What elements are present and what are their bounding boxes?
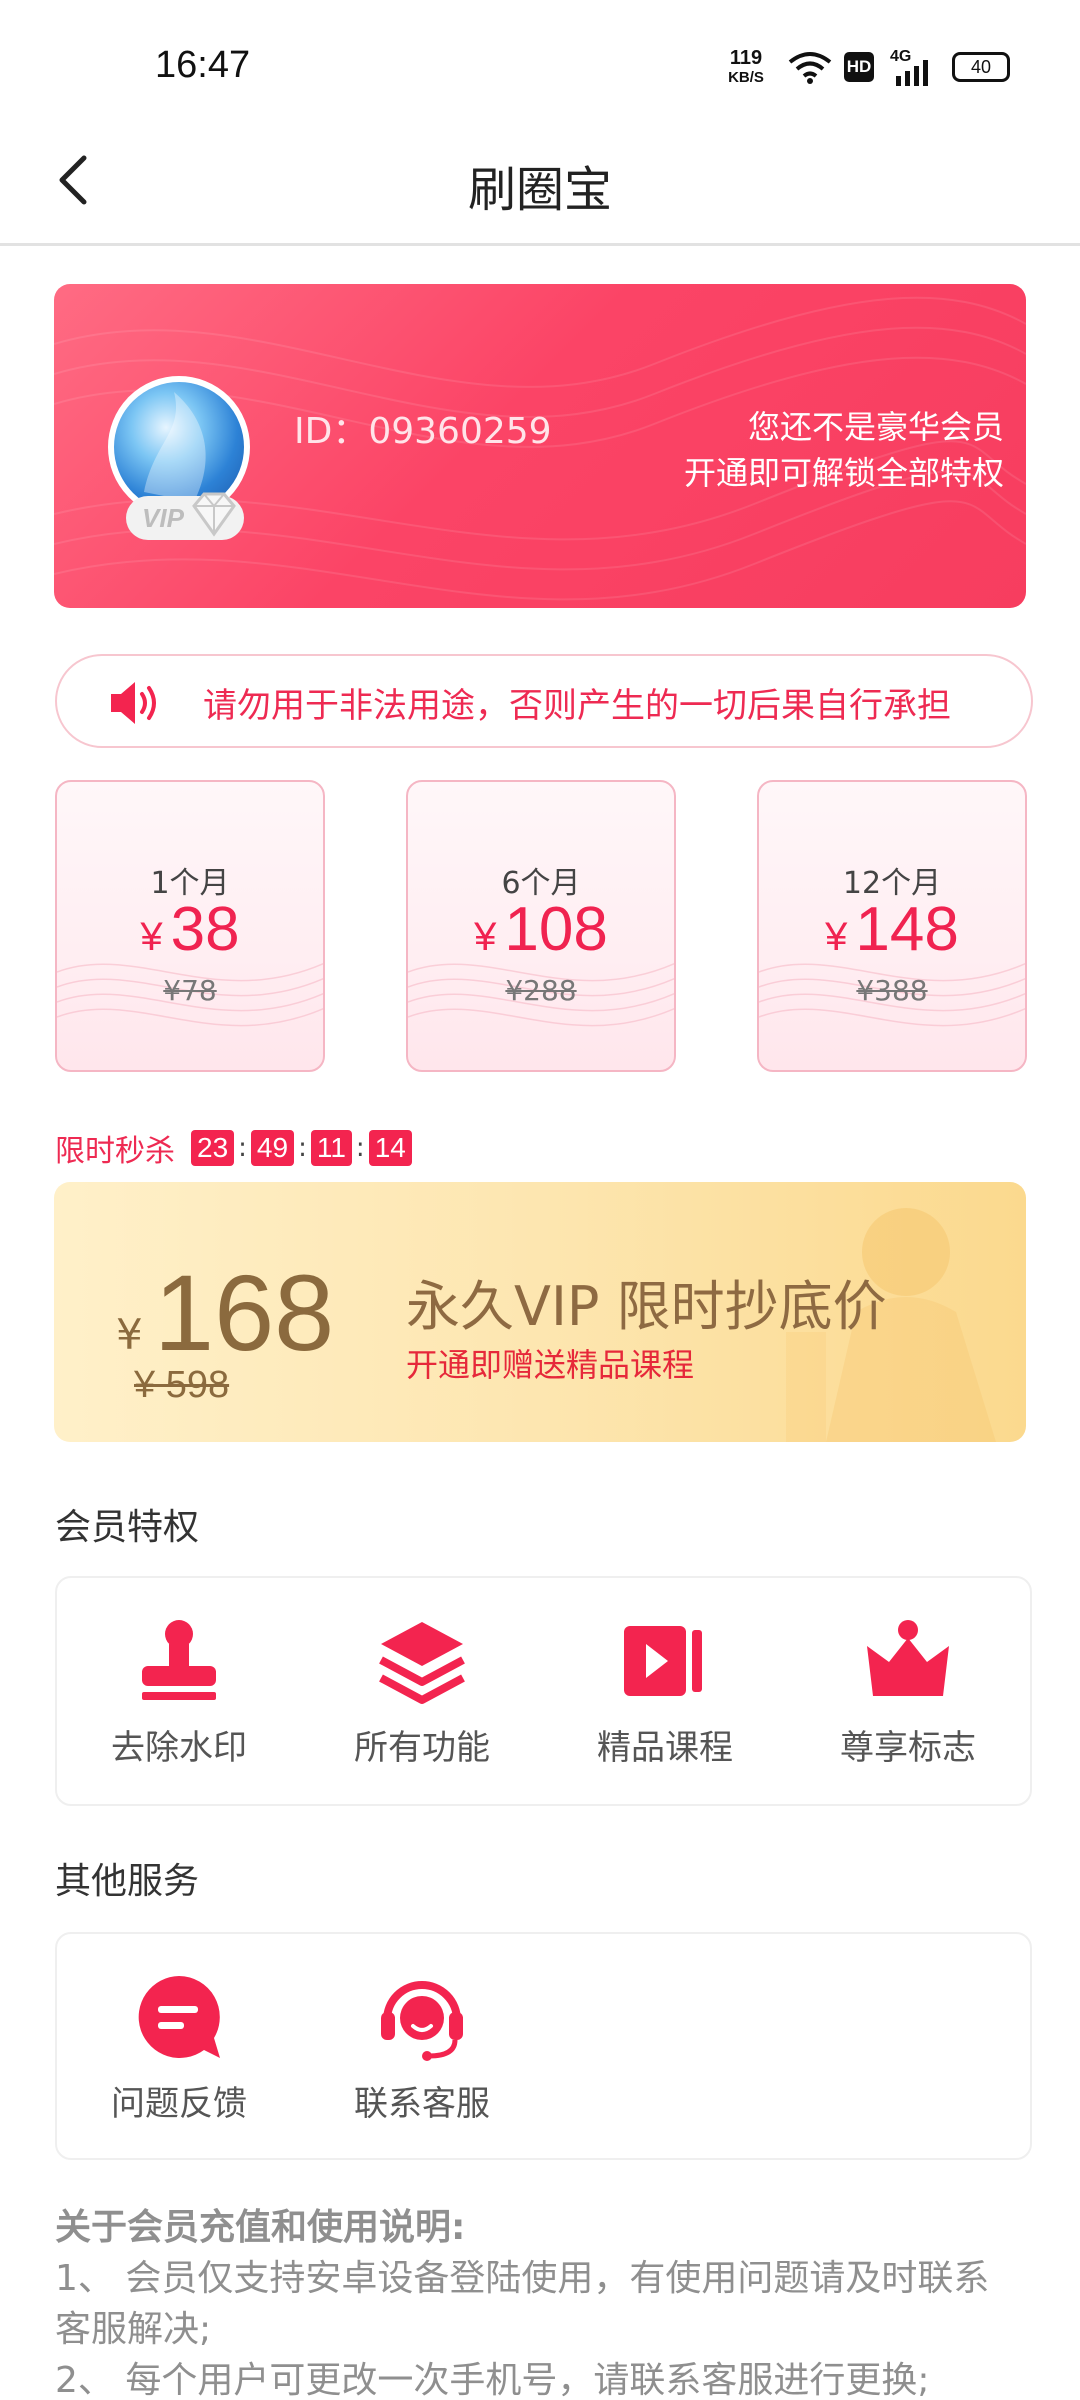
wifi-icon [788,52,832,84]
services-card: 问题反馈 联系客服 [55,1932,1032,2160]
notice-bar: 请勿用于非法用途，否则产生的一切后果自行承担 [55,654,1033,748]
plan-card-12-month[interactable]: 12个月 ¥148 ¥388 [757,780,1027,1072]
offer-currency: ¥ [116,1310,143,1359]
privilege-label: 尊享标志 [840,1728,976,1768]
notes-title: 关于会员充值和使用说明: [55,2207,466,2248]
countdown-centiseconds: 14 [368,1130,412,1166]
page-title: 刷圈宝 [467,162,612,218]
stamp-icon [142,1620,216,1700]
countdown-separator: : [355,1133,365,1163]
membership-status-line1: 您还不是豪华会员 [747,408,1004,446]
privilege-label: 所有功能 [354,1728,490,1768]
feedback-icon [138,1976,220,2058]
vip-badge: VIP [126,492,244,540]
service-label: 问题反馈 [111,2084,247,2124]
plan-currency: ¥ [140,915,163,959]
plan-currency: ¥ [825,915,848,959]
plan-price: ¥148 [759,894,1025,965]
offer-subline: 开通即赠送精品课程 [406,1346,695,1384]
battery-icon: 40 [952,52,1010,82]
signal-icon: 4G [890,48,934,86]
service-feedback[interactable]: 问题反馈 [79,1972,279,2125]
privilege-remove-watermark[interactable]: 去除水印 [79,1616,279,1769]
privileges-card: 去除水印 所有功能 精品课程 尊享标志 [55,1576,1032,1806]
video-icon [624,1626,702,1696]
offer-price: 168 [154,1252,335,1373]
status-bar: 16:47 119 KB/S HD 4G 40 [0,0,1080,120]
privileges-title: 会员特权 [55,1507,200,1548]
vip-status-card: VIP ID：09360259 您还不是豪华会员 开通即可解锁全部特权 [54,284,1026,608]
headset-icon [381,1981,463,2061]
layers-icon [379,1622,465,1704]
flash-sale-label: 限时秒杀 [55,1134,175,1169]
plan-original-price: ¥388 [856,974,928,1007]
net-speed: 119 KB/S [722,48,770,88]
privilege-label: 精品课程 [597,1728,733,1768]
notice-text: 请勿用于非法用途，否则产生的一切后果自行承担 [203,686,951,726]
forever-vip-offer[interactable]: ¥ 168 ¥ 598 永久VIP 限时抄底价 开通即赠送精品课程 [54,1182,1026,1442]
notes-line: 2、 每个用户可更改一次手机号，请联系客服进行更换; [55,2360,930,2400]
plan-price-value: 148 [855,895,959,964]
net-speed-unit: KB/S [728,69,764,86]
privilege-all-features[interactable]: 所有功能 [322,1616,522,1769]
membership-notes: 关于会员充值和使用说明: 1、 会员仅支持安卓设备登陆使用，有使用问题请及时联系… [55,2202,1025,2400]
service-label: 联系客服 [354,2084,490,2124]
plan-price: ¥108 [408,894,674,965]
plan-price: ¥38 [57,894,323,965]
plan-card-1-month[interactable]: 1个月 ¥38 ¥78 [55,780,325,1072]
notes-line: 1、 会员仅支持安卓设备登陆使用，有使用问题请及时联系客服解决; [55,2258,990,2350]
crown-icon [867,1620,949,1696]
plan-currency: ¥ [474,915,497,959]
speaker-icon [111,682,156,724]
membership-status-line2: 开通即可解锁全部特权 [683,454,1004,492]
plan-original-price: ¥78 [163,974,217,1007]
service-contact-support[interactable]: 联系客服 [322,1972,522,2125]
user-id: ID：09360259 [294,411,552,452]
countdown-hours: 23 [191,1130,235,1166]
offer-original-price: ¥ 598 [134,1364,230,1406]
privilege-exclusive-badge[interactable]: 尊享标志 [808,1616,1008,1769]
countdown-seconds: 11 [310,1130,352,1166]
diamond-icon [192,492,236,537]
plan-price-value: 38 [170,895,240,964]
vip-badge-label: VIP [142,503,184,533]
app-header: 刷圈宝 [0,120,1080,246]
privilege-label: 去除水印 [111,1728,247,1768]
plan-original-price: ¥288 [505,974,577,1007]
plan-price-value: 108 [504,895,608,964]
countdown-minutes: 49 [250,1130,295,1166]
flash-sale-countdown: 限时秒杀 23 : 49 : 11 : 14 [55,1128,412,1169]
net-speed-value: 119 [729,47,763,69]
countdown-separator: : [298,1133,307,1163]
offer-headline: 永久VIP 限时抄底价 [406,1275,887,1338]
plan-card-6-month[interactable]: 6个月 ¥108 ¥288 [406,780,676,1072]
services-title: 其他服务 [55,1861,200,1902]
status-time: 16:47 [155,44,251,86]
privilege-premium-courses[interactable]: 精品课程 [565,1616,765,1769]
membership-status: 您还不是豪华会员 开通即可解锁全部特权 [684,404,1004,496]
hd-icon: HD [844,52,874,82]
countdown-separator: : [238,1133,247,1163]
